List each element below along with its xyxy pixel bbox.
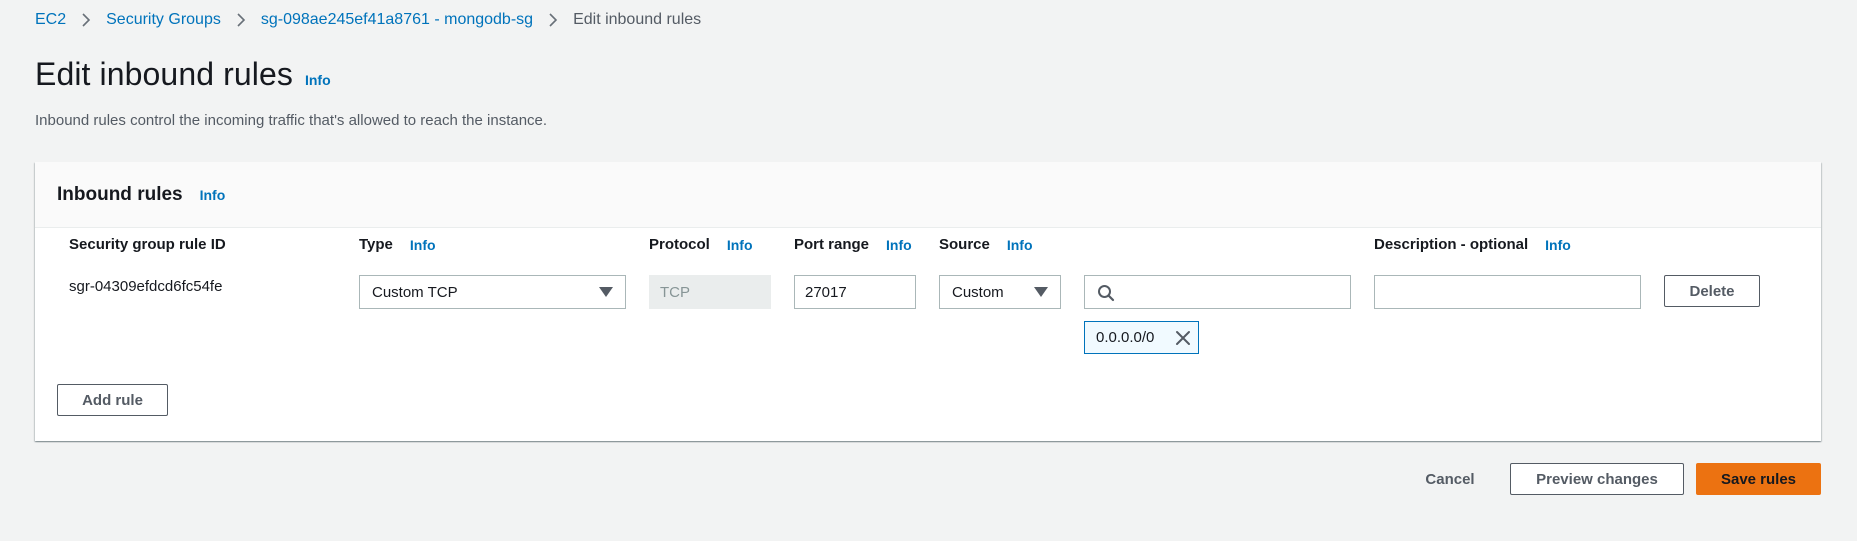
- port-range-info-link[interactable]: Info: [886, 237, 912, 253]
- port-range-value: 27017: [805, 283, 847, 301]
- caret-down-icon: [599, 287, 613, 297]
- protocol-value: TCP: [660, 283, 690, 301]
- chevron-right-icon: [533, 13, 573, 27]
- column-label: Protocol: [649, 236, 710, 253]
- page-info-link[interactable]: Info: [305, 72, 331, 88]
- add-rule-button[interactable]: Add rule: [57, 384, 168, 416]
- panel-info-link[interactable]: Info: [200, 187, 226, 203]
- source-info-link[interactable]: Info: [1007, 237, 1033, 253]
- save-rules-button[interactable]: Save rules: [1696, 463, 1821, 495]
- breadcrumb-ec2[interactable]: EC2: [35, 11, 66, 29]
- protocol-info-link[interactable]: Info: [727, 237, 753, 253]
- column-label: Security group rule ID: [69, 236, 226, 253]
- page-title: Edit inbound rules: [35, 56, 293, 92]
- column-label: Description - optional: [1374, 236, 1529, 253]
- column-label: Type: [359, 236, 393, 253]
- preview-changes-button[interactable]: Preview changes: [1510, 463, 1684, 495]
- column-label: Source: [939, 236, 990, 253]
- column-label: Port range: [794, 236, 870, 253]
- breadcrumb-security-groups[interactable]: Security Groups: [106, 11, 221, 29]
- type-select-value: Custom TCP: [372, 283, 458, 301]
- source-select[interactable]: Custom: [939, 275, 1061, 309]
- protocol-input: TCP: [649, 275, 771, 309]
- search-icon: [1098, 285, 1115, 302]
- type-select[interactable]: Custom TCP: [359, 275, 626, 309]
- type-info-link[interactable]: Info: [410, 237, 436, 253]
- cancel-button[interactable]: Cancel: [1415, 463, 1485, 495]
- rule-id: sgr-04309efdcd6fc54fe: [69, 278, 223, 295]
- column-header-port-range: Port range Info: [794, 236, 912, 253]
- chevron-right-icon: [66, 13, 106, 27]
- breadcrumb-security-group[interactable]: sg-098ae245ef41a8761 - mongodb-sg: [261, 11, 533, 29]
- column-header-source: Source Info: [939, 236, 1033, 253]
- source-cidr-search-input[interactable]: [1084, 275, 1351, 309]
- source-cidr-token-label: 0.0.0.0/0: [1096, 329, 1155, 346]
- delete-rule-button[interactable]: Delete: [1664, 275, 1760, 307]
- panel-title: Inbound rules: [57, 183, 183, 205]
- page-header: Edit inbound rules Info: [35, 56, 331, 93]
- breadcrumb: EC2 Security Groups sg-098ae245ef41a8761…: [35, 10, 701, 30]
- column-header-protocol: Protocol Info: [649, 236, 753, 253]
- source-select-value: Custom: [952, 283, 1004, 301]
- column-header-description: Description - optional Info: [1374, 236, 1571, 253]
- page-description: Inbound rules control the incoming traff…: [35, 112, 548, 129]
- breadcrumb-current: Edit inbound rules: [573, 11, 702, 28]
- source-cidr-token: 0.0.0.0/0: [1084, 321, 1199, 354]
- panel-header: Inbound rules Info: [35, 162, 1821, 228]
- chevron-right-icon: [221, 13, 261, 27]
- close-icon[interactable]: [1175, 330, 1191, 346]
- description-info-link[interactable]: Info: [1545, 237, 1571, 253]
- caret-down-icon: [1034, 287, 1048, 297]
- column-header-rule-id: Security group rule ID: [69, 236, 226, 253]
- inbound-rules-panel: Inbound rules Info Security group rule I…: [35, 162, 1821, 441]
- description-input[interactable]: [1374, 275, 1641, 309]
- port-range-input[interactable]: 27017: [794, 275, 916, 309]
- column-header-type: Type Info: [359, 236, 436, 253]
